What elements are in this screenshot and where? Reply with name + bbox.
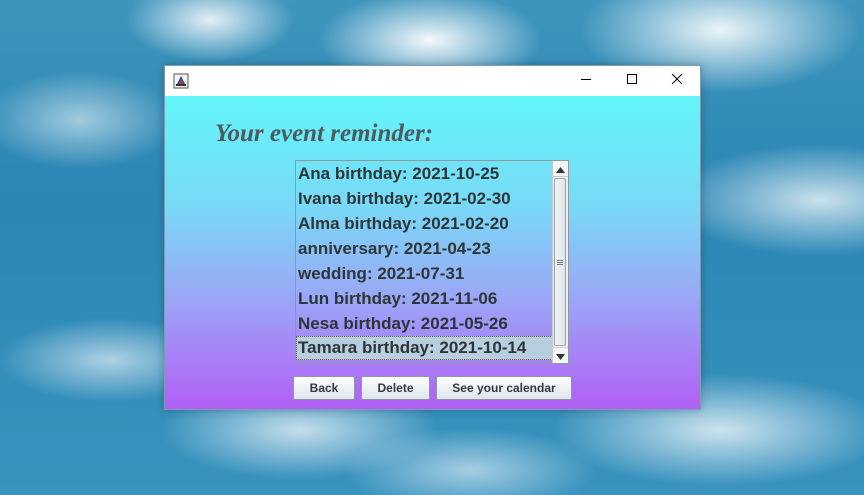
scroll-up-button[interactable] (553, 161, 568, 177)
maximize-icon (626, 72, 638, 90)
vertical-scrollbar[interactable] (552, 161, 568, 363)
delete-button[interactable]: Delete (361, 376, 430, 400)
java-app-icon (173, 73, 189, 89)
list-item[interactable]: Alma birthday: 2021-02-20 (296, 211, 553, 236)
close-icon (671, 72, 683, 90)
list-item[interactable]: wedding: 2021-07-31 (296, 261, 553, 286)
back-button[interactable]: Back (293, 376, 355, 400)
see-calendar-button[interactable]: See your calendar (436, 376, 572, 400)
list-item[interactable]: Nesa birthday: 2021-05-26 (296, 311, 553, 336)
arrow-down-icon (556, 347, 565, 365)
title-bar[interactable] (165, 66, 700, 96)
grip-icon (557, 259, 563, 266)
arrow-up-icon (556, 160, 565, 178)
page-title: Your event reminder: (215, 120, 434, 147)
content-panel: Your event reminder: Ana birthday: 2021-… (165, 96, 700, 409)
event-list-items: Ana birthday: 2021-10-25 Ivana birthday:… (296, 161, 553, 363)
list-item[interactable]: anniversary: 2021-04-23 (296, 236, 553, 261)
app-window: Your event reminder: Ana birthday: 2021-… (164, 65, 701, 410)
maximize-button[interactable] (609, 66, 655, 96)
list-item[interactable]: Lun birthday: 2021-11-06 (296, 286, 553, 311)
scroll-down-button[interactable] (553, 347, 568, 363)
minimize-button[interactable] (563, 66, 609, 96)
close-button[interactable] (654, 66, 700, 96)
scroll-thumb[interactable] (554, 178, 566, 346)
list-item-selected[interactable]: Tamara birthday: 2021-10-14 (296, 336, 553, 360)
minimize-icon (580, 72, 592, 90)
list-item[interactable]: Ivana birthday: 2021-02-30 (296, 186, 553, 211)
event-list[interactable]: Ana birthday: 2021-10-25 Ivana birthday:… (295, 160, 569, 364)
list-item[interactable]: Ana birthday: 2021-10-25 (296, 161, 553, 186)
